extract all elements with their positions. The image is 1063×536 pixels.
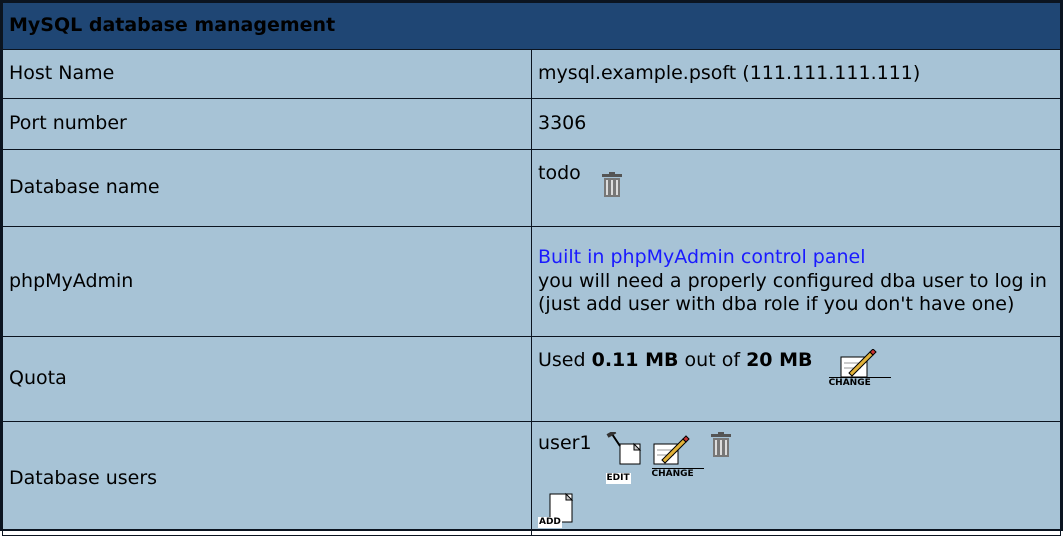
edit-user-caption: EDIT [605, 473, 631, 484]
database-label: Database name [2, 149, 532, 227]
hammer-document-icon [606, 432, 641, 465]
pencil-edit-icon [840, 349, 877, 378]
add-user-caption: ADD [538, 517, 562, 528]
phpmyadmin-row: phpMyAdmin Built in phpMyAdmin control p… [2, 226, 1061, 337]
database-cell: todo [531, 149, 1061, 227]
phpmyadmin-note: you will need a properly configured dba … [538, 269, 1047, 316]
quota-cell: Used 0.11 MB out of 20 MB CHANGE [531, 336, 1061, 422]
users-cell: user1 EDIT CHANGE ADD [531, 421, 1061, 536]
quota-total: 20 MB [746, 349, 813, 371]
add-user-wrap: ADD [538, 488, 1054, 535]
user-actions: EDIT CHANGE [605, 432, 732, 484]
delete-database-button[interactable] [601, 172, 623, 205]
quota-prefix: Used [538, 349, 592, 371]
host-value: mysql.example.psoft (111.111.111.111) [531, 49, 1061, 99]
database-name: todo [538, 162, 581, 184]
quota-used: 0.11 MB [591, 349, 679, 371]
port-row: Port number 3306 [2, 98, 1061, 150]
users-row: Database users user1 EDIT CHANGE ADD [2, 421, 1061, 536]
phpmyadmin-cell: Built in phpMyAdmin control panel you wi… [531, 226, 1061, 337]
database-row: Database name todo [2, 149, 1061, 227]
port-label: Port number [2, 98, 532, 150]
pencil-edit-icon [653, 435, 690, 465]
quota-middle: out of [678, 349, 747, 371]
quota-label: Quota [2, 336, 532, 422]
quota-row: Quota Used 0.11 MB out of 20 MB CHANGE [2, 336, 1061, 422]
panel-title: MySQL database management [2, 2, 1061, 50]
mysql-info-table: MySQL database management Host Name mysq… [2, 2, 1061, 536]
host-label: Host Name [2, 49, 532, 99]
host-row: Host Name mysql.example.psoft (111.111.1… [2, 49, 1061, 99]
change-quota-button[interactable]: CHANGE [828, 349, 891, 389]
mysql-management-panel: MySQL database management Host Name mysq… [0, 0, 1063, 536]
change-user-caption: CHANGE [651, 468, 704, 480]
add-user-button[interactable]: ADD [538, 488, 578, 528]
trash-icon [601, 172, 622, 197]
users-label: Database users [2, 421, 532, 536]
user-name: user1 [538, 432, 592, 454]
phpmyadmin-label: phpMyAdmin [2, 226, 532, 337]
edit-user-button[interactable]: EDIT [605, 432, 652, 484]
change-quota-caption: CHANGE [828, 377, 891, 389]
user-list-item: user1 EDIT CHANGE [538, 432, 1054, 484]
panel-header: MySQL database management [2, 2, 1061, 50]
phpmyadmin-link[interactable]: Built in phpMyAdmin control panel [538, 246, 866, 268]
port-value: 3306 [531, 98, 1061, 150]
change-user-button[interactable]: CHANGE [651, 435, 714, 480]
